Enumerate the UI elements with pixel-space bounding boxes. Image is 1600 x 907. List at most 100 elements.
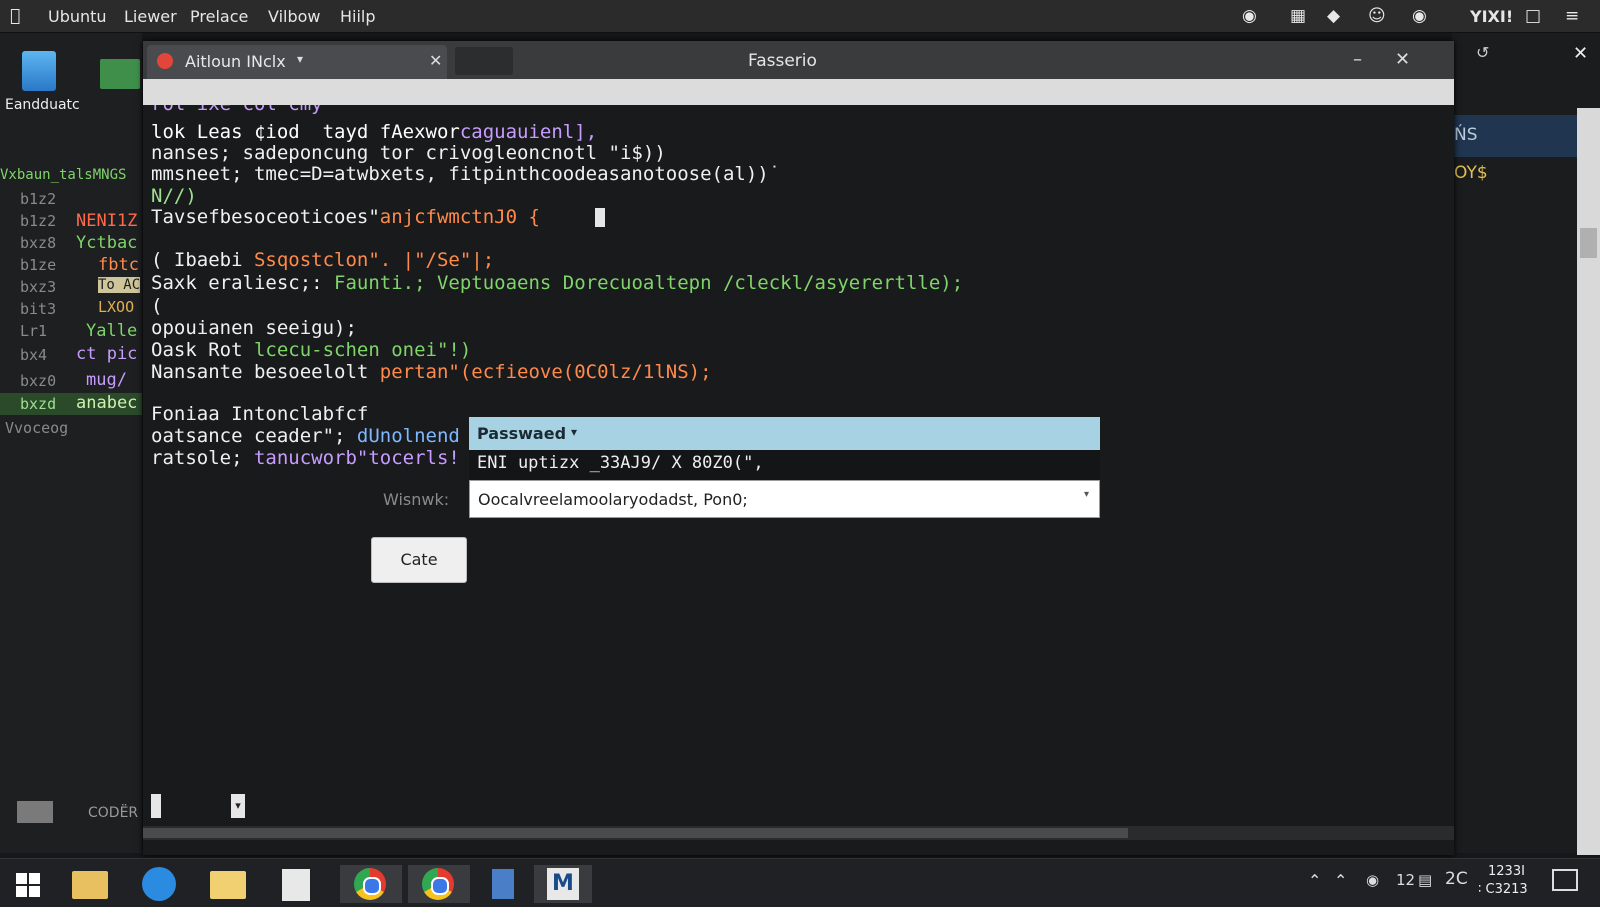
horizontal-scrollbar-thumb[interactable] [143,828,1128,838]
refresh-icon[interactable]: ↺ [1476,43,1489,62]
clock-time[interactable]: 1233I [1488,864,1525,879]
window-title: Fasserio [748,51,817,71]
password-input[interactable]: Oocalvreelamoolaryodadst, Pon0; ▾ [469,480,1100,518]
input-box-small[interactable] [151,794,161,818]
gutter-code: To AC [98,277,141,293]
network-icon[interactable]: ▤ [1418,871,1432,889]
gutter-line-number: b1z2 [20,212,57,230]
desktop-icon-label: Eandduatc [5,97,80,113]
notification-icon[interactable] [1552,869,1578,891]
password-header-label: Passwaed [477,424,567,443]
calendar-app-icon[interactable] [272,865,320,903]
code-line: mmsneet; tmec=D=atwbxets, fitpinthcoodea… [151,163,781,185]
browser-tab[interactable]: Aitloun INclx ▾ ✕ [147,45,447,79]
right-line-2: OY$ [1454,163,1488,183]
document-icon[interactable] [478,865,526,903]
chrome-icon[interactable] [340,865,402,903]
horizontal-scrollbar[interactable] [143,826,1454,840]
gutter-line-number: bxzd [20,395,57,413]
gutter-line-number: b1z2 [20,190,57,208]
password-suggestion-row[interactable]: ENI uptizx _33AJ9/ X 80Z0(", [469,450,1100,480]
code-line: Oask Rot lcecu-schen onei"!) [151,339,472,361]
menu-prelace[interactable]: Prelace [190,7,248,26]
code-line: opouianen seeigu); [151,317,357,339]
menu-hiilp[interactable]: Hiilp [340,7,376,26]
file-explorer-icon[interactable] [66,865,114,903]
camera-icon[interactable]: ◉ [1242,6,1257,26]
code-line: Saxk eraliesc;: Faunti.; Veptuoaens Dore… [151,272,964,294]
gutter-header: Vxbaun_talsMNGS [0,167,127,183]
taskbar: M ⌃ ⌃ ◉ 12 ▤ 2C 1233I ∶ C3213 [0,858,1600,907]
code-line: nanses; sadeponcung tor crivogleoncnotl … [151,142,666,164]
windows-start-icon[interactable] [4,865,52,903]
code-line: oatsance ceader"; dUnolnend [151,425,460,447]
code-line: ( Ibaebi Ssqostclon". |"/Se"|; [151,249,495,271]
settings-icon[interactable]: ◉ [1412,6,1427,26]
close-window-icon[interactable]: ✕ [1395,49,1410,70]
window-icon[interactable]: □ [1525,6,1541,26]
vertical-scrollbar[interactable] [1577,108,1600,855]
chevron-down-icon[interactable]: ▾ [297,52,303,66]
address-bar[interactable] [143,79,1454,105]
code-line: Foniaa Intonclabfcf [151,403,369,425]
gutter-line-number: b1ze [20,256,57,274]
gutter-line-number: bxz8 [20,234,57,252]
folder-icon[interactable] [204,865,252,903]
volume-icon[interactable]: ◉ [1366,871,1379,889]
menu-vilbow[interactable]: Vilbow [268,7,321,26]
chrome-icon[interactable] [408,865,470,903]
tray-number[interactable]: 12 [1396,871,1415,889]
user-icon[interactable]: ☺ [1368,6,1386,26]
code-line: Tavsefbesoceoticoes"anjcfwmctnJ0 { [151,206,540,228]
gutter-line-number: Vvoceog [5,419,69,437]
record-icon [157,53,173,69]
gutter-code: anabec [76,393,138,413]
mail-icon[interactable] [17,801,53,823]
gutter-code: mug/ [86,370,127,390]
new-tab-button[interactable] [455,47,513,75]
left-desktop-panel: Eandduatc Vxbaun_talsMNGS b1z2 b1z2 bxz8… [0,33,142,853]
edge-browser-icon[interactable] [134,865,182,903]
app-icon[interactable] [22,51,56,91]
gutter-line-number: bxz3 [20,278,57,296]
top-menu-bar:  Ubuntu Liewer Prelace Vilbow Hiilp ◉ ▦… [0,0,1600,33]
gutter-code: LXOO [98,298,135,316]
gutter-line-number: bx4 [20,346,48,364]
close-icon[interactable]: ✕ [1573,43,1588,64]
scrollbar-thumb[interactable] [1580,228,1597,258]
chevron-down-icon[interactable]: ▾ [571,425,577,439]
close-tab-icon[interactable]: ✕ [429,51,442,70]
chevron-up-icon[interactable]: ⌃ [1334,871,1347,890]
cate-button[interactable]: Cate [371,537,467,583]
menu-liewer[interactable]: Liewer [124,7,177,26]
code-line: ratsole; tanucworb"tocerls! [151,447,460,469]
window-titlebar: Aitloun INclx ▾ ✕ Fasserio – ✕ [143,41,1454,79]
chevron-down-icon[interactable]: ▾ [1084,489,1089,500]
tray-text[interactable]: 2C [1445,869,1468,889]
password-dropdown-header[interactable]: Passwaed ▾ [469,417,1100,450]
minimize-icon[interactable]: – [1353,49,1362,70]
suggestion-text: ENI uptizx _33AJ9/ X 80Z0(", [477,453,764,473]
chevron-up-icon[interactable]: ⌃ [1308,871,1321,890]
cut-off-line: rol ixe col cmy [143,105,1454,115]
menu-icon[interactable]: ≡ [1565,6,1579,26]
gutter-code: Yctbac [76,233,138,253]
gutter-line-number: Lr1 [20,322,48,340]
word-app-icon[interactable]: M [534,865,592,903]
gutter-line-number: bxz0 [20,372,57,390]
apple-logo-icon[interactable]:  [10,6,20,26]
gutter-line-number: bit3 [20,300,57,318]
code-line: lok Leas ¢iod tayd fAexworcaguauienl], [151,121,598,143]
wifi-icon[interactable]: ◆ [1327,6,1340,26]
chevron-down-icon[interactable]: ▾ [231,794,245,818]
folder-icon[interactable] [100,59,140,89]
right-line-1: ŃS [1454,125,1478,145]
gutter-code: NENI1Z [76,211,138,231]
dashboard-icon[interactable]: ▦ [1290,6,1306,26]
top-right-label: YIXI! [1470,7,1514,26]
password-input-value: Oocalvreelamoolaryodadst, Pon0; [478,490,748,509]
clock-date[interactable]: ∶ C3213 [1478,882,1528,897]
gutter-code: Yalle [86,321,138,341]
text-cursor [595,208,605,227]
menu-ubuntu[interactable]: Ubuntu [48,7,107,26]
